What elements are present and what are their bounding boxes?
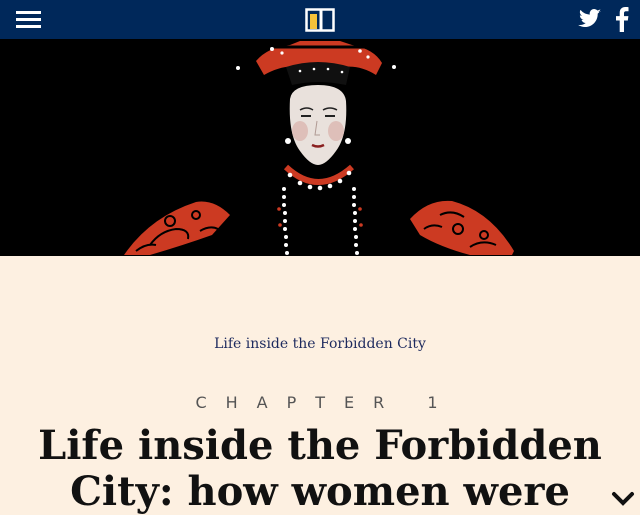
article-headline: Life inside the Forbidden City: how wome… [38, 422, 602, 515]
hero-illustration [0, 39, 640, 256]
chevron-down-icon[interactable] [611, 490, 635, 508]
empress-illustration [0, 39, 640, 256]
section-link[interactable]: Life inside the Forbidden City [0, 336, 640, 352]
twitter-icon[interactable] [578, 8, 602, 30]
menu-button[interactable] [14, 8, 44, 30]
hamburger-icon [16, 11, 41, 14]
facebook-icon[interactable] [612, 6, 632, 32]
brand-logo[interactable] [305, 8, 335, 32]
top-navigation-bar [0, 0, 640, 39]
chapter-label: CHAPTER 1 [195, 393, 457, 412]
